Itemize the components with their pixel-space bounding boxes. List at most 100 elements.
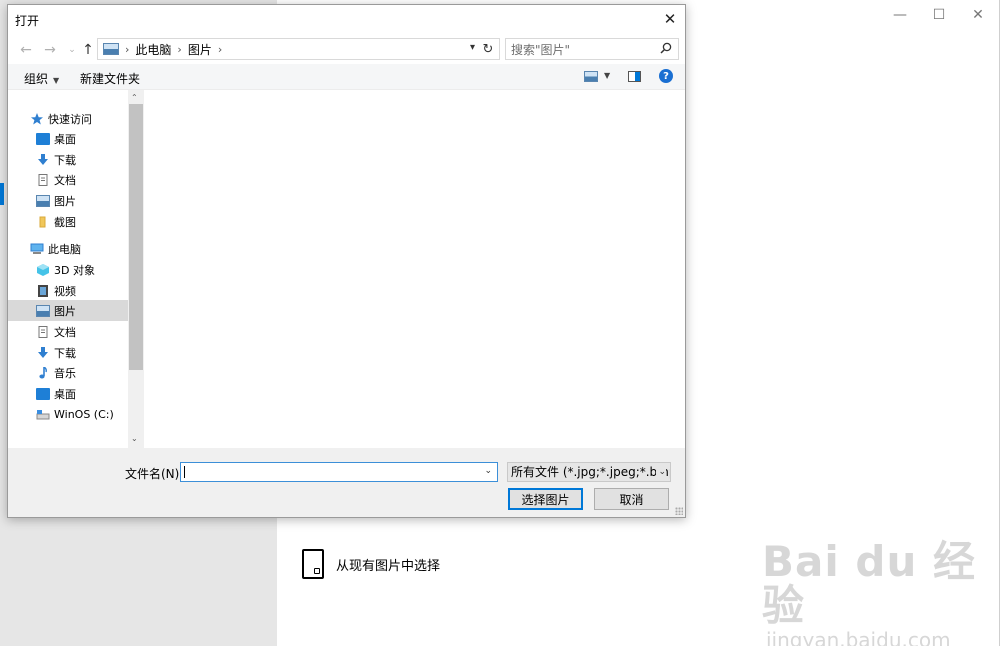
maximize-icon[interactable]: ☐: [925, 4, 953, 26]
dialog-title: 打开: [15, 14, 40, 28]
nav-item-label: 下载: [54, 346, 76, 360]
organize-label: 组织: [24, 72, 49, 86]
address-dropdown-icon[interactable]: ▾: [470, 42, 475, 53]
navigation-bar: ← → ⌄ ↑ › 此电脑 › 图片 › ▾ ↻ 搜索"图片": [8, 37, 685, 63]
watermark-main: Bai du 经验: [762, 537, 976, 630]
search-icon: [660, 42, 672, 54]
forward-arrow-icon[interactable]: →: [41, 39, 59, 61]
text-caret: [184, 466, 185, 478]
drive-icon: [36, 409, 50, 419]
watermark-sub: jingyan.baidu.com: [766, 628, 951, 646]
refresh-icon[interactable]: ↻: [479, 40, 497, 58]
cube-3d-icon: [37, 263, 49, 276]
nav-quick-documents[interactable]: 文档: [8, 169, 128, 190]
nav-item-label: 图片: [54, 304, 76, 318]
search-input[interactable]: 搜索"图片": [505, 38, 679, 60]
nav-music[interactable]: 音乐: [8, 362, 128, 383]
nav-item-label: 桌面: [54, 387, 76, 401]
change-view-icon[interactable]: [584, 71, 598, 82]
nav-item-label: 下载: [54, 153, 76, 167]
window-close-icon[interactable]: ✕: [964, 4, 992, 26]
video-film-icon: [38, 284, 48, 297]
chevron-right-icon[interactable]: ›: [177, 43, 181, 56]
breadcrumb-pictures[interactable]: 图片: [188, 41, 212, 58]
document-icon: [38, 325, 48, 338]
nav-quick-access-label: 快速访问: [48, 112, 92, 126]
choose-existing-photo-option[interactable]: 从现有图片中选择: [302, 549, 440, 579]
up-arrow-icon[interactable]: ↑: [79, 39, 97, 61]
filetype-selected-label: 所有文件 (*.jpg;*.jpeg;*.bmp;*: [511, 465, 671, 479]
file-list-area[interactable]: [145, 90, 685, 448]
star-icon: [31, 112, 43, 124]
nav-drive-c[interactable]: WinOS (C:): [8, 404, 128, 425]
nav-desktop[interactable]: 桌面: [8, 383, 128, 404]
scroll-up-arrow-icon[interactable]: ⌃: [131, 93, 138, 102]
cancel-button[interactable]: 取消: [594, 488, 669, 510]
music-note-icon: [39, 366, 47, 378]
nav-quick-downloads[interactable]: 下载: [8, 149, 128, 170]
preview-pane-icon[interactable]: [628, 71, 641, 82]
nav-item-label: 音乐: [54, 366, 76, 380]
filetype-dropdown-icon[interactable]: ⌄: [656, 463, 666, 481]
resize-grip-icon[interactable]: [675, 507, 683, 515]
background-selection-accent: [0, 183, 4, 205]
nav-quick-desktop[interactable]: 桌面: [8, 128, 128, 149]
nav-item-label: 图片: [54, 194, 76, 208]
chevron-right-icon[interactable]: ›: [125, 43, 129, 56]
filename-label: 文件名(N):: [125, 467, 184, 481]
open-file-dialog: 打开 ✕ ← → ⌄ ↑ › 此电脑 › 图片 › ▾ ↻ 搜索"图片" 组织 ▼…: [7, 4, 686, 518]
nav-item-label: 文档: [54, 325, 76, 339]
dialog-bottom-panel: 文件名(N): ⌄ 所有文件 (*.jpg;*.jpeg;*.bmp;* ⌄ 选…: [8, 448, 685, 517]
help-icon[interactable]: ?: [659, 69, 673, 83]
back-arrow-icon[interactable]: ←: [17, 39, 35, 61]
chevron-right-icon[interactable]: ›: [218, 43, 222, 56]
nav-item-label: WinOS (C:): [54, 408, 114, 421]
view-options-caret-icon[interactable]: ▼: [604, 71, 610, 80]
nav-documents[interactable]: 文档: [8, 321, 128, 342]
breadcrumb-this-pc[interactable]: 此电脑: [135, 41, 171, 58]
nav-quick-pictures[interactable]: 图片: [8, 190, 128, 211]
new-folder-button[interactable]: 新建文件夹: [80, 70, 140, 87]
nav-videos[interactable]: 视频: [8, 280, 128, 301]
nav-this-pc[interactable]: 此电脑: [8, 238, 128, 259]
filename-dropdown-icon[interactable]: ⌄: [484, 466, 492, 476]
pictures-folder-icon: [103, 43, 119, 55]
navigation-pane: 快速访问 桌面 下载 文档 图片 截图 此电脑 3D 对象 视频 图片 文档 下…: [8, 90, 144, 448]
scroll-down-arrow-icon[interactable]: ⌄: [131, 434, 138, 443]
nav-item-label: 桌面: [54, 132, 76, 146]
nav-quick-screenshots[interactable]: 截图: [8, 211, 128, 232]
dialog-close-icon[interactable]: ✕: [659, 8, 681, 30]
choose-existing-photo-label: 从现有图片中选择: [336, 558, 441, 574]
folder-icon: [39, 216, 46, 227]
nav-item-label: 视频: [54, 284, 76, 298]
scrollbar-thumb[interactable]: [129, 104, 143, 370]
filename-input[interactable]: ⌄: [180, 462, 498, 482]
select-picture-button[interactable]: 选择图片: [508, 488, 583, 510]
nav-item-label: 3D 对象: [54, 263, 95, 277]
desktop-icon: [36, 387, 50, 400]
command-toolbar: 组织 ▼ 新建文件夹 ▼ ?: [8, 64, 685, 90]
computer-icon: [30, 243, 44, 254]
dialog-titlebar[interactable]: 打开 ✕: [8, 5, 685, 33]
nav-downloads[interactable]: 下载: [8, 342, 128, 363]
address-bar[interactable]: › 此电脑 › 图片 › ▾ ↻: [97, 38, 500, 60]
download-arrow-icon: [38, 346, 48, 358]
minimize-icon[interactable]: —: [886, 4, 914, 26]
pictures-icon: [36, 194, 50, 207]
nav-this-pc-label: 此电脑: [48, 242, 81, 256]
caret-down-icon: ▼: [53, 76, 60, 85]
document-icon: [38, 173, 48, 186]
nav-item-label: 文档: [54, 173, 76, 187]
nav-pictures[interactable]: 图片: [8, 300, 128, 321]
organize-menu[interactable]: 组织 ▼: [24, 70, 59, 87]
nav-quick-access[interactable]: 快速访问: [8, 108, 128, 129]
nav-pane-scrollbar[interactable]: ⌃ ⌄: [128, 90, 144, 448]
download-arrow-icon: [38, 153, 48, 165]
search-placeholder: 搜索"图片": [511, 42, 571, 57]
pictures-icon: [36, 304, 50, 317]
desktop-icon: [36, 132, 50, 145]
nav-3d-objects[interactable]: 3D 对象: [8, 259, 128, 280]
baidu-watermark: Bai du 经验 jingyan.baidu.com: [762, 540, 1000, 646]
nav-item-label: 截图: [54, 215, 76, 229]
filetype-select[interactable]: 所有文件 (*.jpg;*.jpeg;*.bmp;* ⌄: [507, 462, 671, 482]
